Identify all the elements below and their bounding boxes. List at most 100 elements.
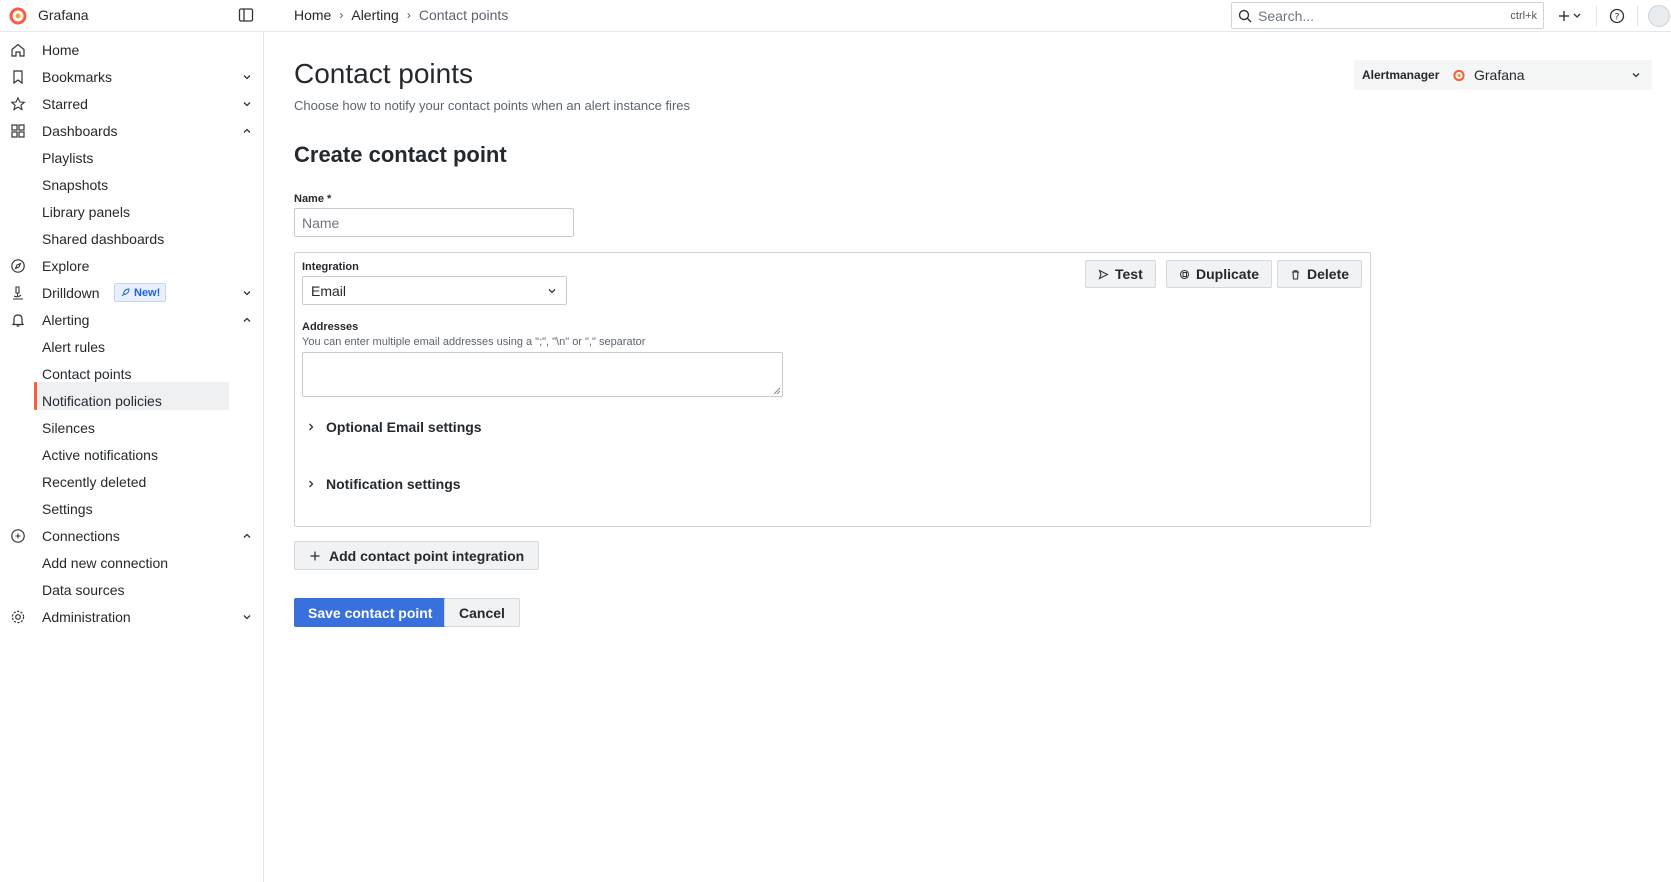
link-icon (11, 529, 25, 543)
sidebar-item-notification-policies[interactable]: Notification policies (0, 387, 264, 415)
sidebar-item-add-new-connection[interactable]: Add new connection (0, 549, 264, 577)
sidebar-item-home[interactable]: Home (0, 36, 264, 64)
home-icon (11, 43, 25, 57)
sidebar-item-administration[interactable]: Administration (0, 603, 264, 631)
optional-email-settings-label: Optional Email settings (326, 419, 482, 435)
sidebar-item-label: Playlists (42, 150, 94, 166)
sidebar-item-drilldown[interactable]: Drilldown New! (0, 279, 264, 307)
brand[interactable]: Grafana (8, 5, 89, 25)
chevron-down-icon[interactable] (241, 611, 253, 623)
chevron-right-icon (309, 480, 314, 488)
new-button[interactable] (1556, 6, 1586, 26)
test-button-label: Test (1115, 266, 1143, 282)
chevron-down-icon (548, 289, 556, 294)
breadcrumb-alerting[interactable]: Alerting (351, 7, 398, 23)
cancel-button[interactable]: Cancel (444, 598, 520, 627)
breadcrumb-current: Contact points (418, 7, 509, 23)
breadcrumb-home[interactable]: Home (294, 7, 331, 23)
svg-text:?: ? (1615, 13, 1620, 23)
section-title: Create contact point (294, 142, 507, 167)
optional-email-settings-toggle[interactable]: Optional Email settings (306, 419, 482, 435)
new-badge-label: New! (134, 286, 161, 299)
sidebar-item-label: Bookmarks (42, 69, 113, 85)
page-title: Contact points (294, 58, 473, 89)
sidebar-item-connections[interactable]: Connections (0, 522, 264, 550)
delete-button-label: Delete (1307, 266, 1350, 282)
sidebar-item-settings[interactable]: Settings (0, 495, 264, 523)
resize-handle-icon[interactable] (773, 387, 781, 395)
chevron-up-icon[interactable] (241, 530, 253, 542)
sidebar-item-label: Dashboards (42, 123, 118, 139)
sidebar-item-label: Silences (42, 420, 95, 436)
search-input[interactable]: Search... ctrl+k (1231, 2, 1544, 29)
sidebar-item-label: Home (42, 42, 80, 58)
alertmanager-value: Grafana (1474, 67, 1525, 83)
integration-card: Integration Email Test Duplicate Delete … (294, 252, 1371, 527)
sidebar-item-alert-rules[interactable]: Alert rules (0, 333, 264, 361)
test-button[interactable]: Test (1085, 260, 1156, 288)
top-bar: Grafana Home › Alerting › Contact points… (0, 0, 1671, 32)
sidebar-item-label: Shared dashboards (42, 231, 165, 247)
sidebar-item-contact-points[interactable]: Contact points (0, 360, 264, 388)
plus-icon (310, 551, 320, 560)
sidebar-item-library-panels[interactable]: Library panels (0, 198, 264, 226)
sidebar-item-dashboards[interactable]: Dashboards (0, 117, 264, 145)
avatar[interactable] (1648, 5, 1670, 27)
send-icon (1098, 268, 1109, 280)
name-placeholder: Name (302, 214, 340, 231)
save-contact-point-button[interactable]: Save contact point (294, 598, 447, 627)
rocket-icon (121, 288, 130, 297)
compass-icon (11, 259, 25, 273)
sidebar-item-shared-dashboards[interactable]: Shared dashboards (0, 225, 264, 253)
help-button[interactable]: ? (1607, 6, 1627, 26)
integration-select[interactable]: Email (302, 276, 567, 305)
delete-button[interactable]: Delete (1277, 260, 1363, 288)
name-label: Name * (294, 193, 332, 205)
chevron-down-icon[interactable] (241, 287, 253, 299)
chevron-down-icon[interactable] (241, 98, 253, 110)
sidebar-item-playlists[interactable]: Playlists (0, 144, 264, 172)
addresses-textarea[interactable] (302, 352, 783, 397)
sidebar-item-label: Starred (42, 96, 88, 112)
chevron-right-icon: › (339, 8, 344, 22)
sidebar-item-silences[interactable]: Silences (0, 414, 264, 442)
alertmanager-select[interactable]: Grafana (1444, 60, 1652, 90)
search-placeholder: Search... (1258, 7, 1315, 24)
sidebar-item-starred[interactable]: Starred (0, 90, 264, 118)
sidebar: Home Bookmarks Starred Dashboards Playli… (0, 32, 264, 882)
integration-label: Integration (302, 261, 359, 273)
star-icon (10, 96, 26, 111)
sidebar-item-label: Connections (42, 528, 120, 544)
sidebar-item-alerting[interactable]: Alerting (0, 306, 264, 334)
breadcrumb: Home › Alerting › Contact points (294, 7, 508, 23)
add-contact-point-integration-button[interactable]: Add contact point integration (294, 541, 540, 570)
chevron-right-icon (309, 423, 314, 431)
notification-settings-toggle[interactable]: Notification settings (306, 476, 461, 492)
notification-settings-label: Notification settings (326, 476, 461, 492)
trash-icon (1292, 269, 1299, 280)
sidebar-item-active-notifications[interactable]: Active notifications (0, 441, 264, 469)
chevron-down-icon[interactable] (241, 71, 253, 83)
divider (1596, 6, 1597, 26)
sidebar-item-data-sources[interactable]: Data sources (0, 576, 264, 604)
sidebar-item-label: Drilldown (42, 285, 100, 301)
alertmanager-label: Alertmanager (1354, 60, 1448, 90)
cog-icon (11, 610, 25, 624)
main-content: Contact points Choose how to notify your… (264, 32, 1671, 882)
chevron-up-icon[interactable] (241, 125, 253, 137)
name-field[interactable]: Name (294, 208, 574, 237)
sidebar-item-snapshots[interactable]: Snapshots (0, 171, 264, 199)
sidebar-item-label: Settings (42, 501, 93, 517)
dock-menu-icon[interactable] (238, 7, 254, 23)
duplicate-button[interactable]: Duplicate (1166, 260, 1273, 288)
chevron-up-icon[interactable] (241, 314, 253, 326)
microscope-icon (13, 286, 23, 300)
duplicate-button-label: Duplicate (1196, 266, 1260, 282)
sidebar-item-explore[interactable]: Explore (0, 252, 264, 280)
search-icon (1238, 9, 1252, 22)
sidebar-item-recently-deleted[interactable]: Recently deleted (0, 468, 264, 496)
sidebar-item-bookmarks[interactable]: Bookmarks (0, 63, 264, 91)
sidebar-item-label: Contact points (42, 366, 132, 382)
sidebar-item-label: Data sources (42, 582, 125, 598)
integration-value: Email (311, 282, 347, 299)
